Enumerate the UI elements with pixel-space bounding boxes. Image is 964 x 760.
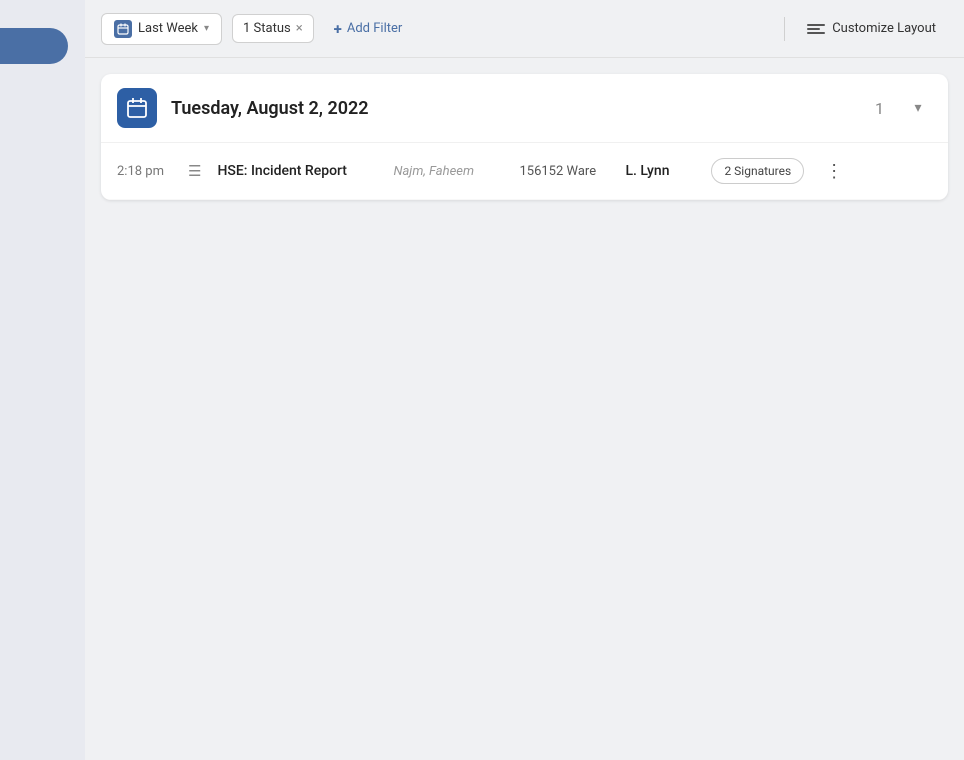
date-group-header: Tuesday, August 2, 2022 1 ▾ bbox=[101, 74, 948, 143]
more-actions-icon: ⋮ bbox=[825, 161, 843, 182]
date-title: Tuesday, August 2, 2022 bbox=[171, 98, 861, 119]
main-content: Last Week ▾ 1 Status × + Add Filter bbox=[85, 0, 964, 760]
expand-button[interactable]: ▾ bbox=[904, 94, 932, 122]
add-filter-label: Add Filter bbox=[347, 21, 402, 36]
date-filter-button[interactable]: Last Week ▾ bbox=[101, 13, 222, 45]
record-type-icon: ☰ bbox=[188, 162, 201, 180]
expand-icon: ▾ bbox=[914, 100, 921, 116]
toolbar-divider bbox=[784, 17, 785, 41]
date-filter-label: Last Week bbox=[138, 21, 198, 36]
customize-layout-button[interactable]: Customize Layout bbox=[795, 15, 948, 42]
customize-layout-icon bbox=[807, 24, 825, 34]
date-group-card: Tuesday, August 2, 2022 1 ▾ 2:18 pm ☰ HS… bbox=[101, 74, 948, 200]
more-actions-button[interactable]: ⋮ bbox=[820, 157, 848, 185]
status-filter-close-icon[interactable]: × bbox=[296, 22, 303, 35]
customize-layout-label: Customize Layout bbox=[832, 21, 936, 36]
sidebar bbox=[0, 0, 85, 760]
content-area: Tuesday, August 2, 2022 1 ▾ 2:18 pm ☰ HS… bbox=[85, 58, 964, 760]
sidebar-active-indicator bbox=[0, 28, 68, 64]
signatures-badge[interactable]: 2 Signatures bbox=[711, 158, 804, 184]
record-name[interactable]: HSE: Incident Report bbox=[217, 163, 377, 179]
date-filter-chevron-icon: ▾ bbox=[204, 23, 209, 34]
record-assignee: L. Lynn bbox=[625, 163, 695, 179]
calendar-icon bbox=[114, 20, 132, 38]
table-row: 2:18 pm ☰ HSE: Incident Report Najm, Fah… bbox=[101, 143, 948, 200]
status-filter-label: 1 Status bbox=[243, 21, 291, 36]
add-filter-button[interactable]: + Add Filter bbox=[324, 14, 413, 44]
plus-icon: + bbox=[334, 20, 342, 38]
record-author: Najm, Faheem bbox=[393, 164, 503, 179]
date-count: 1 bbox=[875, 99, 884, 118]
status-filter: 1 Status × bbox=[232, 14, 314, 43]
date-icon-box bbox=[117, 88, 157, 128]
record-time: 2:18 pm bbox=[117, 164, 172, 179]
toolbar: Last Week ▾ 1 Status × + Add Filter bbox=[85, 0, 964, 58]
record-id: 156152 Ware bbox=[519, 164, 609, 179]
